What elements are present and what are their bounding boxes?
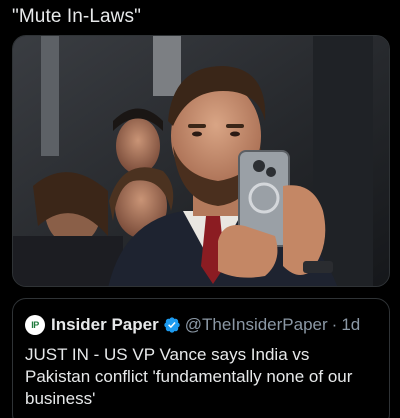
separator-dot: · [331,315,338,334]
quoted-post-header: IP Insider Paper @TheInsiderPaper · 1d [25,315,360,335]
quoted-author-handle[interactable]: @TheInsiderPaper [185,315,328,335]
quoted-author-name[interactable]: Insider Paper [51,315,159,335]
verified-badge-icon [164,317,180,333]
quoted-post-body: JUST IN - US VP Vance says India vs Paki… [25,345,353,408]
quoted-post-card[interactable]: IP Insider Paper @TheInsiderPaper · 1d J… [12,298,390,418]
photo-illustration [13,36,389,286]
quoted-post-time[interactable]: 1d [341,315,360,335]
insider-paper-logo-icon[interactable]: IP [25,315,45,335]
post-text: "Mute In-Laws" [12,6,141,27]
post-media-image[interactable] [12,35,390,287]
